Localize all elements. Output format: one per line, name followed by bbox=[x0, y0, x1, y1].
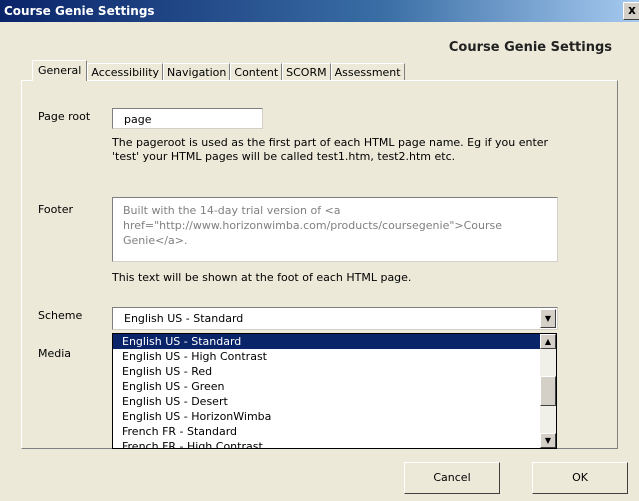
scheme-selected-value: English US - Standard bbox=[124, 312, 244, 325]
tab-navigation[interactable]: Navigation bbox=[163, 63, 231, 81]
scheme-label: Scheme bbox=[38, 309, 83, 322]
dropdown-scrollbar[interactable]: ▲ ▼ bbox=[540, 334, 556, 448]
tab-assessment[interactable]: Assessment bbox=[330, 63, 405, 81]
close-icon[interactable]: x bbox=[623, 2, 639, 20]
title-bar: Course Genie Settings x bbox=[0, 0, 639, 22]
list-item[interactable]: English US - Standard bbox=[113, 334, 556, 349]
scroll-thumb[interactable] bbox=[540, 376, 556, 406]
page-root-label: Page root bbox=[38, 110, 91, 123]
scheme-select[interactable]: English US - Standard bbox=[112, 307, 558, 330]
scroll-down-icon[interactable]: ▼ bbox=[540, 433, 556, 448]
chevron-down-icon[interactable]: ▼ bbox=[540, 309, 556, 328]
tab-scorm[interactable]: SCORM bbox=[282, 63, 331, 81]
ok-button[interactable]: OK bbox=[532, 462, 628, 494]
scheme-dropdown-list[interactable]: English US - Standard English US - High … bbox=[112, 333, 557, 449]
media-label: Media bbox=[38, 347, 72, 360]
scroll-up-icon[interactable]: ▲ bbox=[540, 334, 556, 349]
tab-content[interactable]: Content bbox=[230, 63, 283, 81]
list-item[interactable]: French FR - High Contrast bbox=[113, 439, 556, 448]
tab-accessibility[interactable]: Accessibility bbox=[87, 63, 164, 81]
footer-help: This text will be shown at the foot of e… bbox=[112, 271, 412, 284]
list-item[interactable]: French FR - Standard bbox=[113, 424, 556, 439]
window-title: Course Genie Settings bbox=[4, 4, 155, 18]
list-item[interactable]: English US - High Contrast bbox=[113, 349, 556, 364]
footer-textarea[interactable]: Built with the 14-day trial version of <… bbox=[112, 197, 558, 262]
page-root-help: The pageroot is used as the first part o… bbox=[112, 136, 549, 163]
list-item[interactable]: English US - Desert bbox=[113, 394, 556, 409]
list-item[interactable]: English US - Red bbox=[113, 364, 556, 379]
page-root-input[interactable]: page bbox=[112, 108, 263, 129]
list-item[interactable]: English US - HorizonWimba bbox=[113, 409, 556, 424]
list-item[interactable]: English US - Green bbox=[113, 379, 556, 394]
cancel-button[interactable]: Cancel bbox=[404, 462, 500, 494]
tab-strip: General Accessibility Navigation Content… bbox=[32, 60, 405, 81]
footer-label: Footer bbox=[38, 203, 73, 216]
dialog-heading: Course Genie Settings bbox=[448, 40, 612, 55]
tab-general[interactable]: General bbox=[32, 60, 88, 81]
